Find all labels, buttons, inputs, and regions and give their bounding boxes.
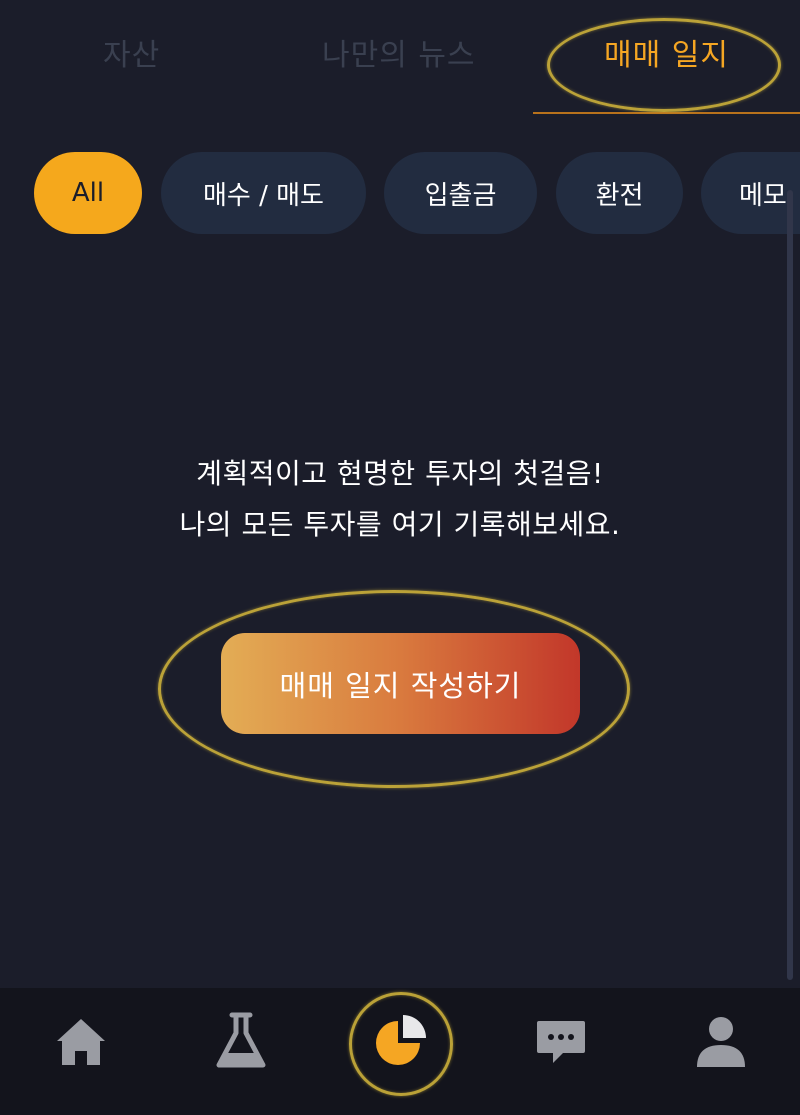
nav-lab[interactable] [206,1006,276,1076]
nav-home[interactable] [46,1006,116,1076]
home-icon [57,1019,105,1065]
annotation-circle-nav [349,992,453,1096]
nav-chat[interactable] [526,1006,596,1076]
empty-state-line-1: 계획적이고 현명한 투자의 첫걸음! [196,457,604,490]
empty-state-line-2: 나의 모든 투자를 여기 기록해보세요. [179,508,621,541]
nav-profile[interactable] [686,1006,756,1076]
filter-chip-memo[interactable]: 메모 [701,152,800,234]
tab-assets[interactable]: 자산 [103,30,160,74]
annotation-circle-cta [158,590,630,788]
annotation-circle-tab [547,18,781,112]
active-tab-indicator [533,112,800,114]
filter-chip-all[interactable]: All [34,152,142,234]
flask-icon [216,1012,266,1068]
filter-chip-buy-sell[interactable]: 매수 / 매도 [161,152,366,234]
filter-chip-deposit-withdraw[interactable]: 입출금 [384,152,537,234]
user-icon [697,1017,745,1067]
tab-my-news[interactable]: 나만의 뉴스 [322,30,476,74]
scrollbar[interactable] [787,190,793,980]
filter-chip-exchange[interactable]: 환전 [556,152,683,234]
chat-bubble-icon [537,1021,585,1063]
